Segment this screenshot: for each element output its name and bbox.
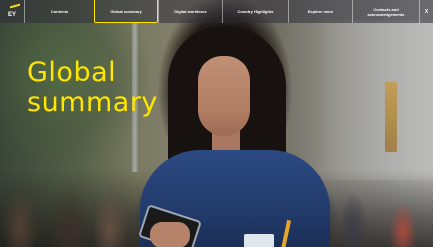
nav-item-label: Contacts and acknowledgements — [367, 6, 405, 17]
nav-item-label: Explore more — [307, 9, 334, 14]
nav-item-explore-more[interactable]: Explore more — [288, 0, 352, 23]
close-icon[interactable]: X — [419, 0, 433, 23]
page-title: Global summary — [27, 58, 158, 118]
background-crowd-right — [323, 167, 433, 247]
person-hand — [150, 222, 190, 247]
page-title-line-2: summary — [27, 87, 158, 118]
background-crowd-left — [0, 157, 140, 247]
logo-beam-icon — [10, 3, 20, 9]
nav-item-contents[interactable]: Contents — [24, 0, 94, 23]
nav-item-label: Contents — [50, 9, 69, 14]
logo-text: EY — [7, 12, 16, 18]
person-id-badge — [244, 234, 274, 247]
nav-item-label: Digital workforce — [174, 9, 207, 14]
top-navigation: EY Contents Global summary Digital workf… — [0, 0, 433, 23]
background-building — [313, 20, 433, 180]
nav-item-label: Country Highlights — [237, 9, 274, 14]
nav-item-global-summary[interactable]: Global summary — [94, 0, 158, 23]
nav-item-contacts[interactable]: Contacts and acknowledgements — [352, 0, 419, 23]
nav-item-country-highlights[interactable]: Country Highlights — [222, 0, 288, 23]
nav-item-label: Global summary — [110, 8, 142, 14]
background-sign — [385, 82, 397, 152]
person-face — [198, 56, 250, 136]
ey-logo[interactable]: EY — [0, 0, 24, 23]
close-label: X — [424, 8, 429, 15]
nav-item-digital-workforce[interactable]: Digital workforce — [158, 0, 222, 23]
hero-section: Global summary EY Contents Global summar… — [0, 0, 433, 247]
page-title-line-1: Global — [27, 57, 117, 88]
